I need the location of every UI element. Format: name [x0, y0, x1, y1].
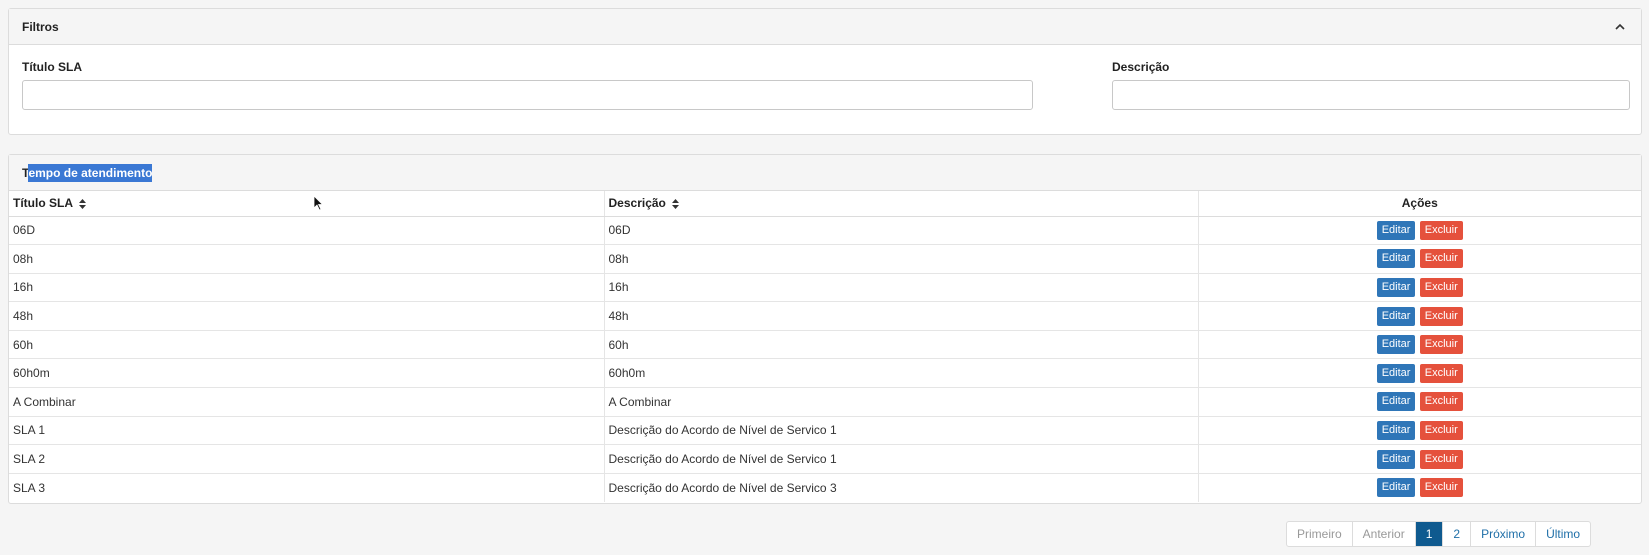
page-prev[interactable]: Anterior: [1353, 522, 1416, 546]
mouse-cursor-icon: [313, 195, 324, 211]
edit-button[interactable]: Editar: [1376, 249, 1416, 269]
col-descricao[interactable]: Descrição: [604, 191, 1199, 217]
sla-table: Título SLA Descrição Ações 06D 06D Editar …: [9, 191, 1641, 502]
page-first[interactable]: Primeiro: [1287, 522, 1353, 546]
cell-titulo: 08h: [9, 244, 605, 274]
filters-title: Filtros: [22, 20, 59, 34]
table-row: SLA 3 Descrição do Acordo de Nível de Ser…: [9, 473, 1641, 502]
descricao-label: Descrição: [1112, 60, 1170, 74]
descricao-input[interactable]: [1112, 80, 1630, 110]
cell-titulo: 06D: [9, 216, 605, 246]
cell-acoes: Editar Excluir: [1198, 216, 1641, 246]
titulo-sla-label: Título SLA: [22, 60, 82, 74]
cell-titulo: 60h: [9, 330, 605, 360]
delete-button[interactable]: Excluir: [1419, 220, 1463, 240]
edit-button[interactable]: Editar: [1376, 392, 1416, 412]
cell-descricao: A Combinar: [604, 387, 1199, 417]
cell-acoes: Editar Excluir: [1198, 387, 1641, 417]
chevron-up-icon[interactable]: [1613, 20, 1627, 34]
page-last[interactable]: Último: [1536, 522, 1590, 546]
cell-titulo: 48h: [9, 301, 605, 331]
cell-acoes: Editar Excluir: [1198, 330, 1641, 360]
page-next[interactable]: Próximo: [1471, 522, 1537, 546]
col-descricao-label: Descrição: [608, 196, 666, 211]
table-row: A Combinar A Combinar Editar Excluir: [9, 387, 1641, 417]
cell-descricao: 08h: [604, 244, 1199, 274]
edit-button[interactable]: Editar: [1376, 478, 1416, 498]
table-header-row: Título SLA Descrição Ações: [9, 191, 1641, 217]
cell-descricao: Descrição do Acordo de Nível de Servico …: [604, 473, 1199, 502]
results-title-selected: empo de atendimento: [28, 164, 153, 182]
delete-button[interactable]: Excluir: [1419, 277, 1463, 297]
table-row: 16h 16h Editar Excluir: [9, 273, 1641, 303]
sort-icon[interactable]: [78, 199, 86, 210]
table-row: 48h 48h Editar Excluir: [9, 301, 1641, 331]
table-row: 08h 08h Editar Excluir: [9, 244, 1641, 274]
edit-button[interactable]: Editar: [1376, 277, 1416, 297]
cell-acoes: Editar Excluir: [1198, 301, 1641, 331]
col-titulo-sla[interactable]: Título SLA: [9, 191, 605, 217]
cell-descricao: 06D: [604, 216, 1199, 246]
cell-descricao: Descrição do Acordo de Nível de Servico …: [604, 416, 1199, 446]
edit-button[interactable]: Editar: [1376, 335, 1416, 355]
col-titulo-label: Título SLA: [13, 196, 73, 211]
filters-heading[interactable]: Filtros: [9, 9, 1641, 45]
cell-acoes: Editar Excluir: [1198, 273, 1641, 303]
delete-button[interactable]: Excluir: [1419, 363, 1463, 383]
table-body: 06D 06D Editar Excluir 08h 08h Editar Excluir…: [9, 216, 1641, 502]
cell-descricao: 16h: [604, 273, 1199, 303]
table-row: 60h0m 60h0m Editar Excluir: [9, 358, 1641, 389]
results-panel: Tempo de atendimento Título SLA Descriçã…: [8, 154, 1642, 504]
cell-titulo: SLA 3: [9, 473, 605, 502]
edit-button[interactable]: Editar: [1376, 220, 1416, 240]
edit-button[interactable]: Editar: [1376, 449, 1416, 469]
cell-titulo: SLA 1: [9, 416, 605, 446]
edit-button[interactable]: Editar: [1376, 306, 1416, 326]
titulo-sla-input[interactable]: [22, 80, 1033, 110]
cell-acoes: Editar Excluir: [1198, 358, 1641, 389]
delete-button[interactable]: Excluir: [1419, 449, 1463, 469]
table-row: SLA 2 Descrição do Acordo de Nível de Ser…: [9, 444, 1641, 474]
cell-descricao: Descrição do Acordo de Nível de Servico …: [604, 444, 1199, 474]
table-row: 06D 06D Editar Excluir: [9, 216, 1641, 246]
table-row: SLA 1 Descrição do Acordo de Nível de Ser…: [9, 416, 1641, 446]
sort-icon[interactable]: [672, 199, 680, 210]
delete-button[interactable]: Excluir: [1419, 335, 1463, 355]
cell-descricao: 60h0m: [604, 358, 1199, 389]
col-acoes: Ações: [1198, 191, 1641, 217]
results-heading: Tempo de atendimento: [9, 155, 1641, 191]
filters-panel: Filtros Título SLA Descrição: [8, 8, 1642, 135]
delete-button[interactable]: Excluir: [1419, 478, 1463, 498]
cell-acoes: Editar Excluir: [1198, 244, 1641, 274]
cell-acoes: Editar Excluir: [1198, 444, 1641, 474]
edit-button[interactable]: Editar: [1376, 420, 1416, 440]
delete-button[interactable]: Excluir: [1419, 249, 1463, 269]
cell-titulo: A Combinar: [9, 387, 605, 417]
page-1[interactable]: 1: [1415, 522, 1444, 546]
page-2[interactable]: 2: [1443, 522, 1472, 546]
cell-acoes: Editar Excluir: [1198, 473, 1641, 502]
cell-acoes: Editar Excluir: [1198, 416, 1641, 446]
delete-button[interactable]: Excluir: [1419, 306, 1463, 326]
cell-titulo: SLA 2: [9, 444, 605, 474]
cell-titulo: 16h: [9, 273, 605, 303]
cell-titulo: 60h0m: [9, 358, 605, 389]
cell-descricao: 60h: [604, 330, 1199, 360]
cell-descricao: 48h: [604, 301, 1199, 331]
pagination: Primeiro Anterior 1 2 Próximo Último: [1286, 521, 1592, 547]
table-row: 60h 60h Editar Excluir: [9, 330, 1641, 360]
delete-button[interactable]: Excluir: [1419, 392, 1463, 412]
delete-button[interactable]: Excluir: [1419, 420, 1463, 440]
edit-button[interactable]: Editar: [1376, 363, 1416, 383]
